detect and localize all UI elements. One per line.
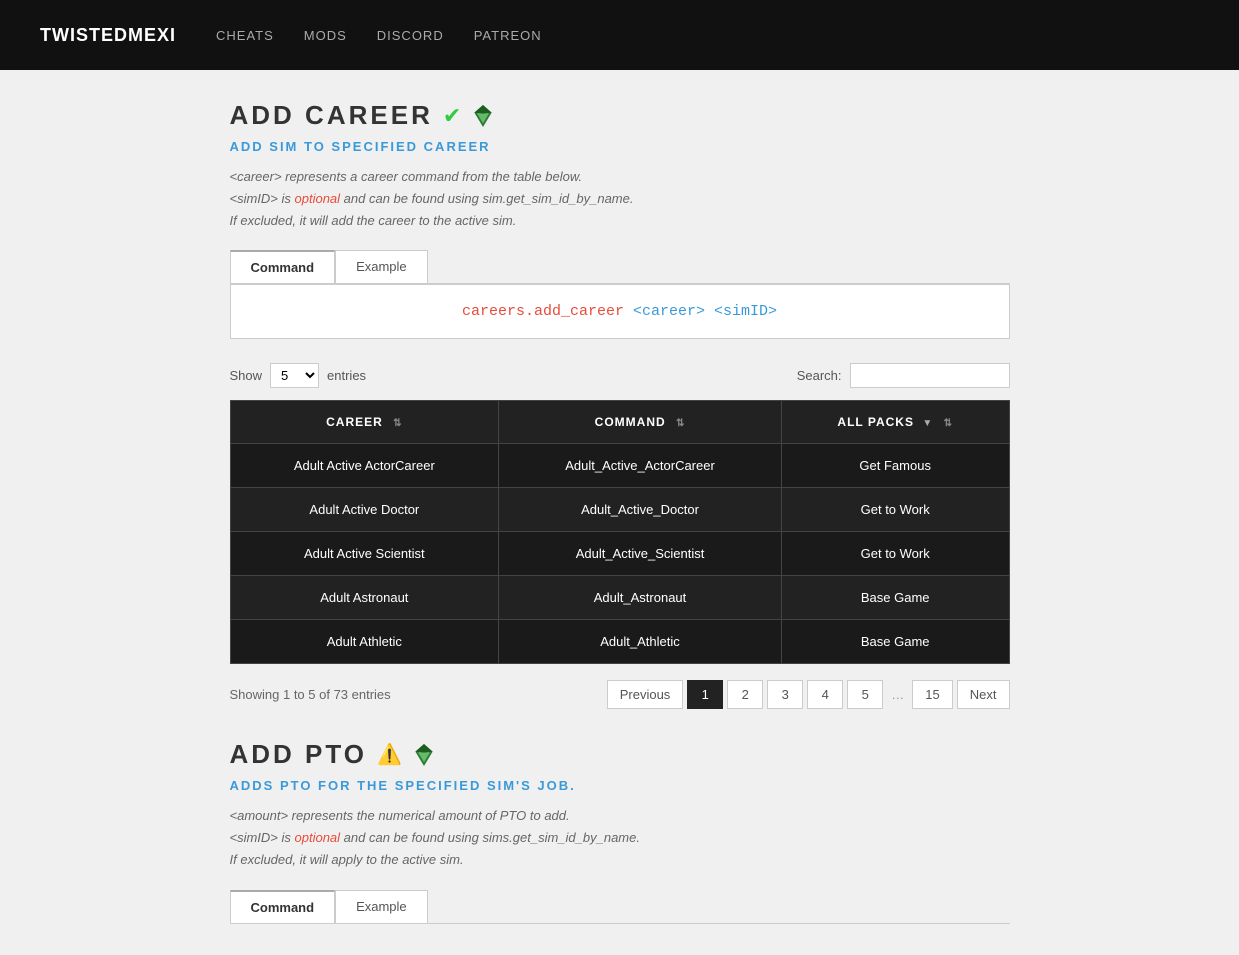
pto-optional-label: optional <box>295 830 341 845</box>
career-pack: Get Famous <box>781 444 1009 488</box>
career-name: Adult Active Scientist <box>230 532 499 576</box>
col-command: COMMAND ⇅ <box>499 401 782 444</box>
table-row: Adult Active Doctor Adult_Active_Doctor … <box>230 488 1009 532</box>
career-command: Adult_Active_Doctor <box>499 488 782 532</box>
pagination-row: Showing 1 to 5 of 73 entries Previous 1 … <box>230 680 1010 709</box>
page-3-button[interactable]: 3 <box>767 680 803 709</box>
add-pto-section: ADD PTO ⚠️ ADDS PTO FOR THE SPECIFIED SI… <box>230 739 1010 923</box>
table-row: Adult Active Scientist Adult_Active_Scie… <box>230 532 1009 576</box>
command-code: careers.add_career <box>462 303 633 320</box>
code-display: careers.add_career <career> <simID> <box>230 284 1010 339</box>
table-body: Adult Active ActorCareer Adult_Active_Ac… <box>230 444 1009 664</box>
career-pack: Base Game <box>781 620 1009 664</box>
table-row: Adult Astronaut Adult_Astronaut Base Gam… <box>230 576 1009 620</box>
entries-label: entries <box>327 368 366 383</box>
page-5-button[interactable]: 5 <box>847 680 883 709</box>
career-pack: Base Game <box>781 576 1009 620</box>
career-command: Adult_Astronaut <box>499 576 782 620</box>
page-ellipsis: … <box>887 681 908 708</box>
search-input[interactable] <box>850 363 1010 388</box>
command-param-simid: <simID> <box>714 303 777 320</box>
table-controls: Show 5 10 25 50 entries Search: <box>230 363 1010 388</box>
section-description: <career> represents a career command fro… <box>230 166 1010 232</box>
main-content: ADD CAREER ✔ ADD SIM TO SPECIFIED CAREER… <box>210 70 1030 954</box>
show-label: Show <box>230 368 263 383</box>
prev-button[interactable]: Previous <box>607 680 684 709</box>
sort-packs-icon[interactable]: ⇅ <box>944 418 953 429</box>
search-label: Search: <box>797 368 842 383</box>
pto-description: <amount> represents the numerical amount… <box>230 805 1010 871</box>
sims-diamond-icon <box>471 104 495 128</box>
sort-command-icon[interactable]: ⇅ <box>676 418 685 429</box>
pto-desc-line-1: <amount> represents the numerical amount… <box>230 808 570 823</box>
pto-desc-line-3: If excluded, it will apply to the active… <box>230 852 464 867</box>
check-icon: ✔ <box>443 103 461 129</box>
sort-career-icon[interactable]: ⇅ <box>393 418 402 429</box>
nav-links: CHEATS MODS DISCORD PATREON <box>216 28 542 43</box>
pto-sims-diamond-icon <box>412 743 436 767</box>
page-title: ADD CAREER <box>230 100 433 131</box>
career-table: CAREER ⇅ COMMAND ⇅ ALL PACKS ▼ ⇅ <box>230 400 1010 664</box>
table-row: Adult Active ActorCareer Adult_Active_Ac… <box>230 444 1009 488</box>
section-title-row: ADD CAREER ✔ <box>230 100 1010 131</box>
desc-line-2: <simID> is optional and can be found usi… <box>230 191 634 206</box>
pto-tab-example[interactable]: Example <box>335 890 428 923</box>
pto-command-tabs: Command Example <box>230 890 1010 924</box>
nav-mods[interactable]: MODS <box>304 28 347 43</box>
next-button[interactable]: Next <box>957 680 1010 709</box>
warning-icon: ⚠️ <box>377 742 402 767</box>
career-command: Adult_Active_ActorCareer <box>499 444 782 488</box>
brand-logo: TWISTEDMEXI <box>40 25 176 46</box>
show-entries-control: Show 5 10 25 50 entries <box>230 363 367 388</box>
career-command: Adult_Athletic <box>499 620 782 664</box>
table-header-row: CAREER ⇅ COMMAND ⇅ ALL PACKS ▼ ⇅ <box>230 401 1009 444</box>
tab-example[interactable]: Example <box>335 250 428 283</box>
career-name: Adult Active Doctor <box>230 488 499 532</box>
desc-line-1: <career> represents a career command fro… <box>230 169 583 184</box>
pto-section-title-row: ADD PTO ⚠️ <box>230 739 1010 770</box>
page-4-button[interactable]: 4 <box>807 680 843 709</box>
nav-discord[interactable]: DISCORD <box>377 28 444 43</box>
pto-desc-line-2: <simID> is optional and can be found usi… <box>230 830 640 845</box>
section-subtitle: ADD SIM TO SPECIFIED CAREER <box>230 139 1010 154</box>
nav-patreon[interactable]: PATREON <box>474 28 542 43</box>
packs-dropdown-icon[interactable]: ▼ <box>922 418 933 429</box>
pto-page-title: ADD PTO <box>230 739 368 770</box>
add-career-section: ADD CAREER ✔ ADD SIM TO SPECIFIED CAREER… <box>230 100 1010 709</box>
career-name: Adult Astronaut <box>230 576 499 620</box>
showing-text: Showing 1 to 5 of 73 entries <box>230 687 391 702</box>
career-name: Adult Athletic <box>230 620 499 664</box>
pto-tab-command[interactable]: Command <box>230 890 336 923</box>
table-row: Adult Athletic Adult_Athletic Base Game <box>230 620 1009 664</box>
page-2-button[interactable]: 2 <box>727 680 763 709</box>
page-1-button[interactable]: 1 <box>687 680 723 709</box>
tab-command[interactable]: Command <box>230 250 336 283</box>
page-15-button[interactable]: 15 <box>912 680 952 709</box>
nav-cheats[interactable]: CHEATS <box>216 28 274 43</box>
col-career: CAREER ⇅ <box>230 401 499 444</box>
command-param-career: <career> <box>633 303 714 320</box>
navbar: TWISTEDMEXI CHEATS MODS DISCORD PATREON <box>0 0 1239 70</box>
command-tabs: Command Example <box>230 250 1010 284</box>
career-pack: Get to Work <box>781 488 1009 532</box>
career-pack: Get to Work <box>781 532 1009 576</box>
optional-label: optional <box>295 191 341 206</box>
col-packs: ALL PACKS ▼ ⇅ <box>781 401 1009 444</box>
pto-subtitle: ADDS PTO FOR THE SPECIFIED SIM'S JOB. <box>230 778 1010 793</box>
pagination: Previous 1 2 3 4 5 … 15 Next <box>607 680 1010 709</box>
career-command: Adult_Active_Scientist <box>499 532 782 576</box>
career-name: Adult Active ActorCareer <box>230 444 499 488</box>
entries-select[interactable]: 5 10 25 50 <box>270 363 319 388</box>
search-control: Search: <box>797 363 1010 388</box>
desc-line-3: If excluded, it will add the career to t… <box>230 213 517 228</box>
